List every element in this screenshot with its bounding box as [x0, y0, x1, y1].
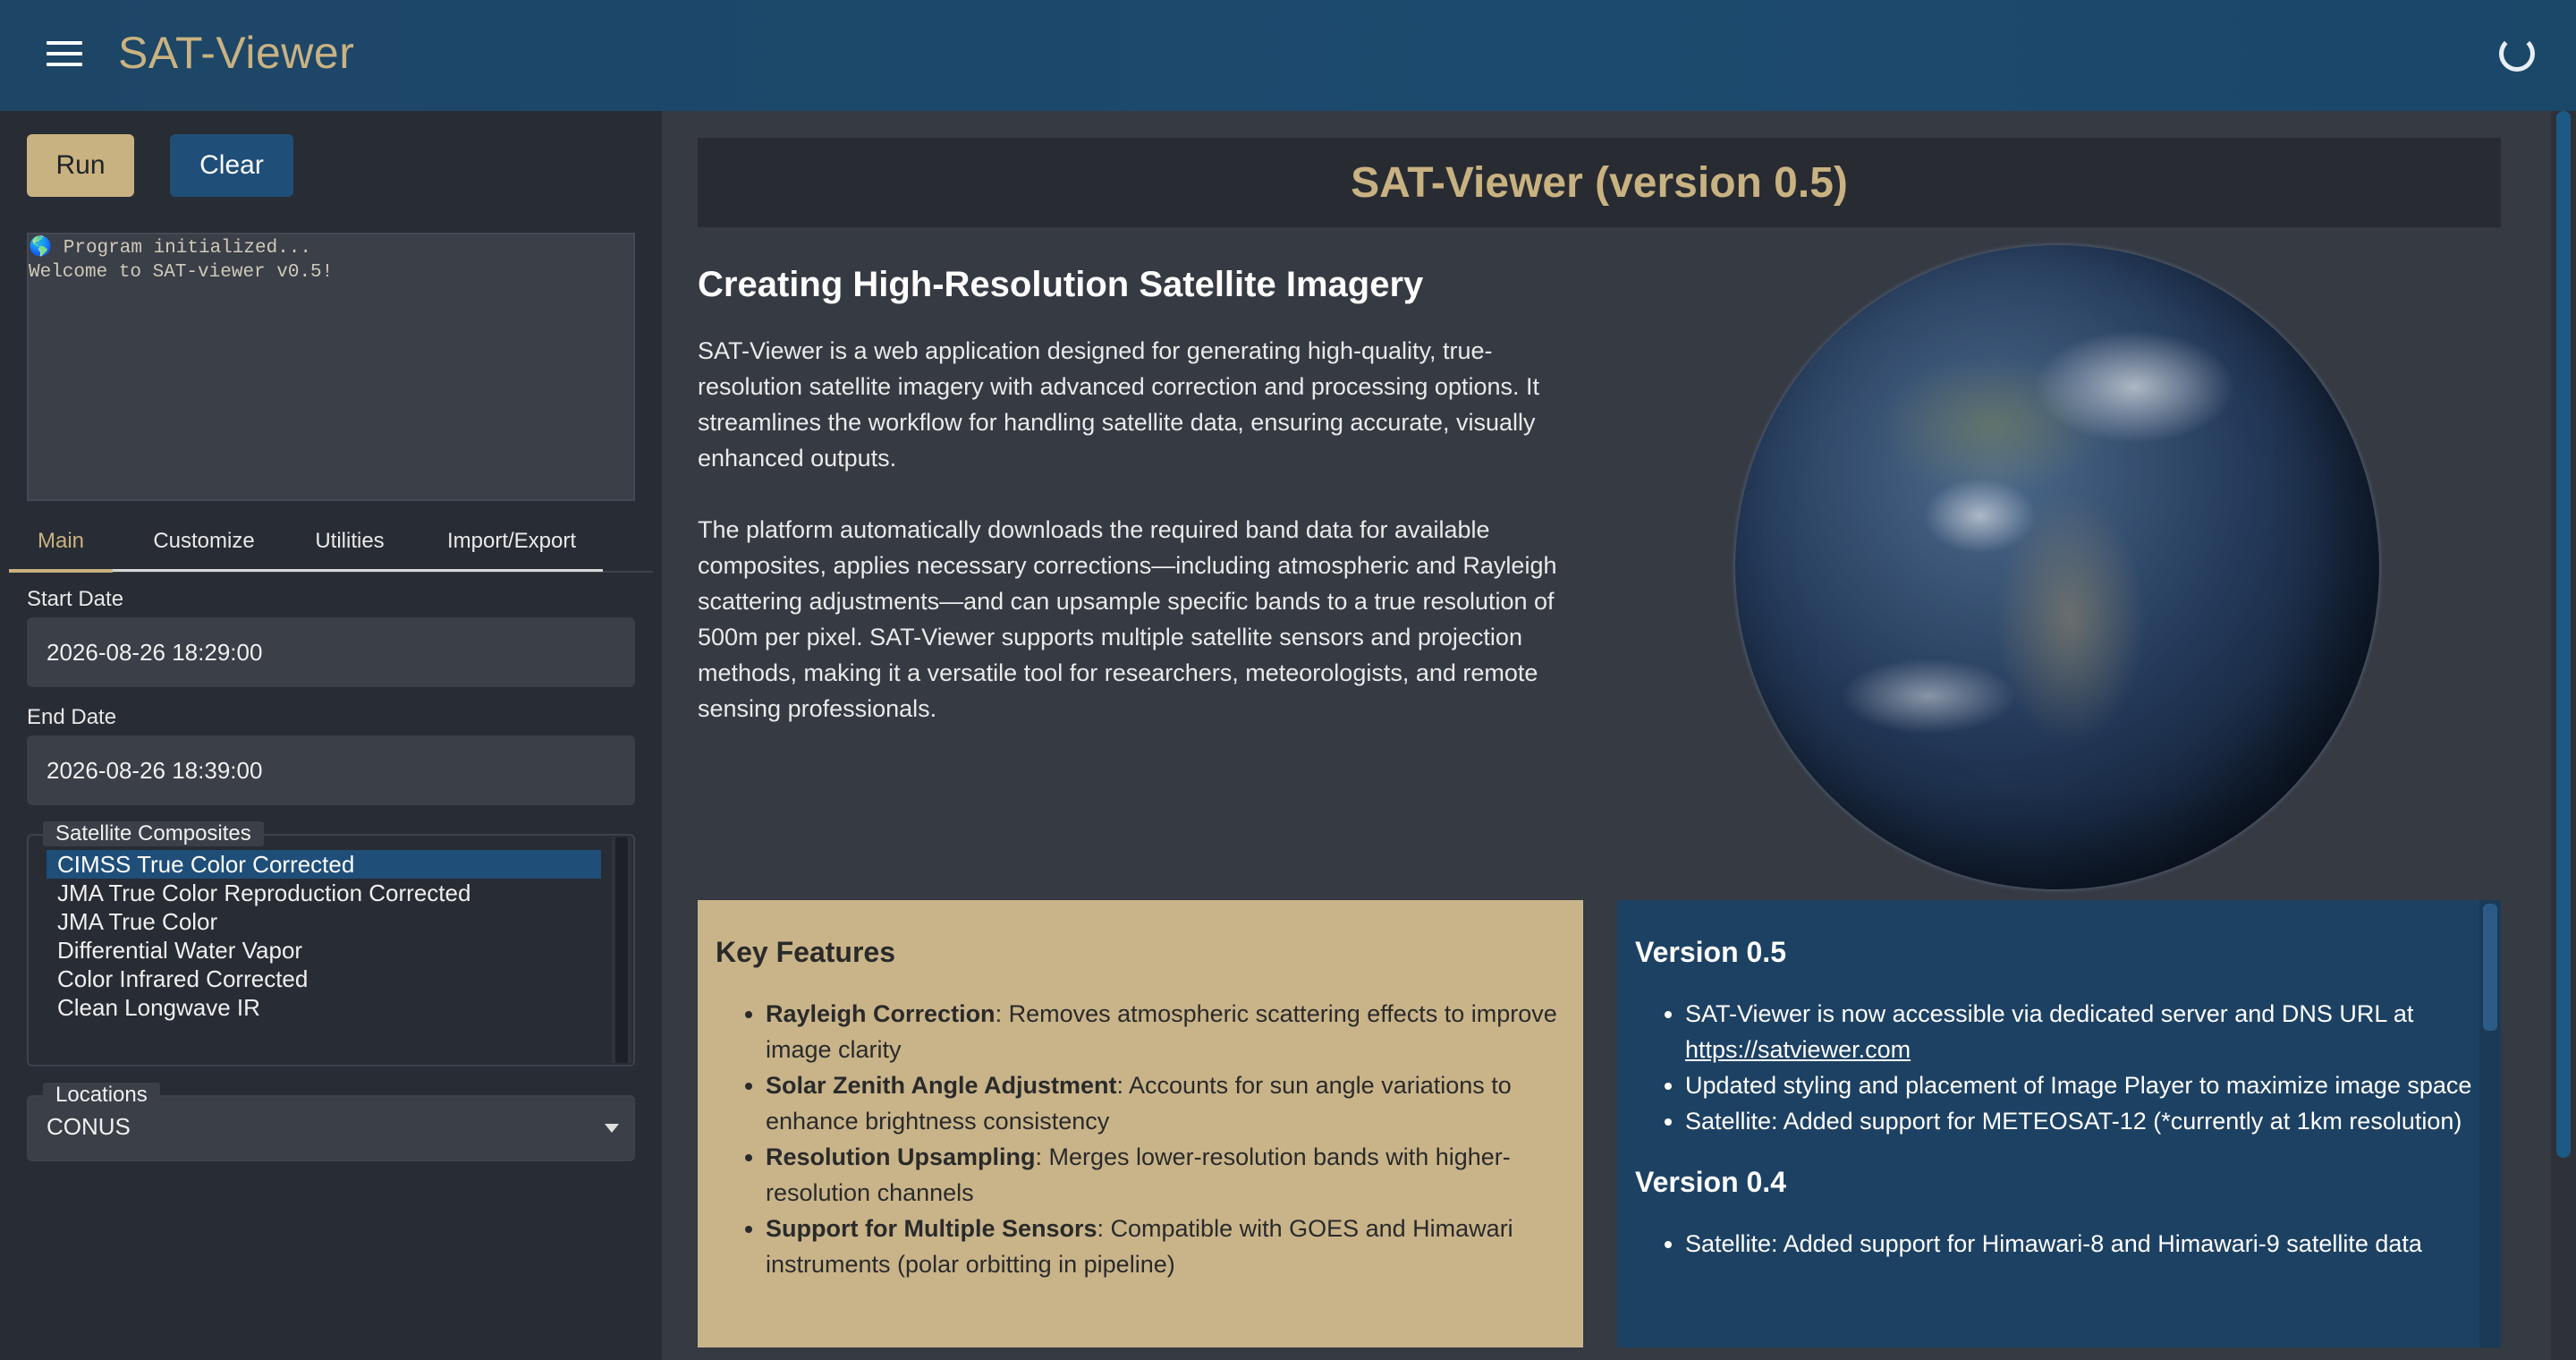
tab-customize[interactable]: Customize — [131, 510, 277, 573]
key-features-list: Rayleigh Correction: Removes atmospheric… — [716, 996, 1565, 1282]
list-item: Rayleigh Correction: Removes atmospheric… — [766, 996, 1565, 1067]
intro-paragraph: The platform automatically downloads the… — [698, 516, 1557, 722]
list-item[interactable]: Differential Water Vapor — [47, 936, 601, 965]
version-05-heading: Version 0.5 — [1635, 936, 1786, 968]
chevron-down-icon[interactable] — [605, 1124, 619, 1133]
start-date-input[interactable] — [27, 617, 635, 687]
loading-spinner-icon — [2499, 36, 2535, 72]
composites-list: CIMSS True Color Corrected JMA True Colo… — [47, 850, 601, 1022]
version-05-list: SAT-Viewer is now accessible via dedicat… — [1635, 996, 2483, 1139]
earth-globe-image — [1735, 245, 2379, 889]
console-line: Welcome to SAT-viewer v0.5! — [29, 262, 334, 283]
control-panel: Run Clear 🌎 Program initialized... Welcom… — [0, 111, 662, 1360]
version-04-list: Satellite: Added support for Himawari-8 … — [1635, 1226, 2483, 1262]
satellite-composites-listbox[interactable]: Satellite Composites CIMSS True Color Co… — [27, 821, 635, 1067]
key-features-card: Key Features Rayleigh Correction: Remove… — [698, 900, 1583, 1347]
key-features-heading: Key Features — [716, 936, 895, 968]
page-scrollbar-thumb[interactable] — [2556, 111, 2571, 1158]
version-04-heading: Version 0.4 — [1635, 1166, 1786, 1198]
versions-scrollbar-thumb[interactable] — [2483, 904, 2497, 1031]
list-item[interactable]: JMA True Color — [47, 907, 601, 936]
active-tab-indicator — [9, 569, 113, 573]
locations-value: CONUS — [47, 1113, 131, 1140]
start-date-label: Start Date — [27, 587, 124, 611]
locations-select[interactable]: Locations CONUS — [27, 1083, 635, 1161]
tab-import-export[interactable]: Import/Export — [422, 510, 601, 573]
intro-paragraph: SAT-Viewer is a web application designed… — [698, 337, 1540, 472]
app-title: SAT-Viewer — [118, 28, 355, 78]
composites-scrollbar[interactable] — [612, 837, 631, 1063]
run-button[interactable]: Run — [27, 134, 134, 197]
page-scrollbar[interactable] — [2551, 111, 2576, 1360]
list-item[interactable]: Color Infrared Corrected — [47, 965, 601, 993]
console-line: 🌎 Program initialized... — [29, 238, 311, 259]
list-item: Satellite: Added support for METEOSAT-12… — [1685, 1103, 2483, 1139]
list-item: SAT-Viewer is now accessible via dedicat… — [1685, 996, 2483, 1067]
tab-utilities[interactable]: Utilities — [286, 510, 413, 573]
intro-heading: Creating High-Resolution Satellite Image… — [698, 265, 1424, 304]
satellite-composites-label: Satellite Composites — [43, 821, 264, 846]
list-item: Support for Multiple Sensors: Compatible… — [766, 1211, 1565, 1282]
main-content: SAT-Viewer (version 0.5) Creating High-R… — [662, 111, 2551, 1360]
title-banner: SAT-Viewer (version 0.5) — [698, 138, 2501, 227]
page-title: SAT-Viewer (version 0.5) — [1351, 158, 1848, 207]
locations-label: Locations — [43, 1083, 160, 1108]
composites-scrollbar-thumb[interactable] — [615, 837, 628, 1063]
tab-main[interactable]: Main — [9, 510, 113, 573]
tab-divider — [113, 569, 603, 572]
end-date-label: End Date — [27, 705, 117, 729]
list-item[interactable]: Clean Longwave IR — [47, 993, 601, 1022]
versions-scrollbar[interactable] — [2479, 900, 2501, 1347]
end-date-input[interactable] — [27, 735, 635, 805]
app-header: SAT-Viewer — [0, 0, 2576, 111]
version-history-card[interactable]: Version 0.5 SAT-Viewer is now accessible… — [1617, 900, 2501, 1347]
list-item[interactable]: CIMSS True Color Corrected — [47, 850, 601, 879]
clear-button[interactable]: Clear — [170, 134, 293, 197]
console-output[interactable]: 🌎 Program initialized... Welcome to SAT-v… — [27, 233, 635, 501]
list-item: Resolution Upsampling: Merges lower-reso… — [766, 1139, 1565, 1211]
hamburger-menu-icon[interactable] — [47, 41, 82, 70]
list-item: Satellite: Added support for Himawari-8 … — [1685, 1226, 2483, 1262]
list-item[interactable]: JMA True Color Reproduction Corrected — [47, 879, 601, 907]
tab-bar: Main Customize Utilities Import/Export — [9, 510, 653, 573]
satviewer-link[interactable]: https://satviewer.com — [1685, 1036, 1911, 1063]
list-item: Updated styling and placement of Image P… — [1685, 1067, 2483, 1103]
list-item: Solar Zenith Angle Adjustment: Accounts … — [766, 1067, 1565, 1139]
